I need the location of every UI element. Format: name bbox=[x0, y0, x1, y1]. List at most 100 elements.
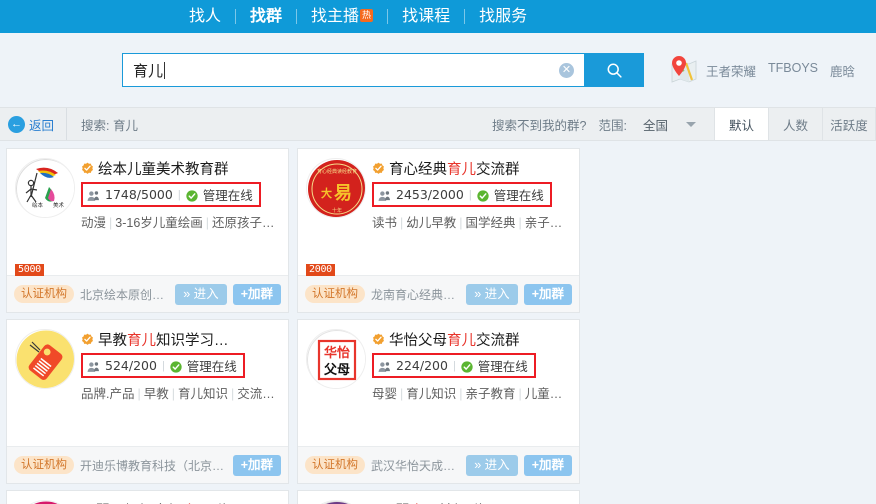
card-body: 2000□母婴育儿辣妈群□ 1909/2000| 管理在线母婴|辣妈|育儿|母婴… bbox=[298, 491, 579, 504]
admin-online-label: 管理在线 bbox=[493, 189, 544, 203]
join-group-button[interactable]: +加群 bbox=[523, 283, 572, 305]
hot-tag-0[interactable]: 王者荣耀 bbox=[706, 61, 756, 80]
group-tag: 母婴 bbox=[372, 387, 398, 401]
join-group-button[interactable]: +加群 bbox=[232, 454, 281, 476]
group-card[interactable]: 女人帮 2000母婴孕妈妈宝妈育儿群 1951/2000| 管理在线母婴|妈妈|… bbox=[6, 490, 289, 504]
search-input[interactable]: 育儿 ✕ bbox=[122, 53, 584, 87]
certification-badge: 认证机构 bbox=[14, 456, 74, 474]
title-highlight: 育儿 bbox=[447, 161, 476, 178]
hot-tag-1[interactable]: TFBOYS bbox=[768, 61, 818, 80]
sleeping-baby-avatar[interactable] bbox=[306, 500, 366, 504]
text-caret bbox=[164, 61, 166, 79]
hot-tag-2[interactable]: 鹿晗 bbox=[830, 61, 855, 80]
card-info: 母婴孕妈妈宝妈育儿群 1951/2000| 管理在线母婴|妈妈|妈妈圈|孕妈|孕… bbox=[79, 500, 280, 504]
hot-search-tags: 王者荣耀 TFBOYS 鹿晗 bbox=[706, 61, 855, 80]
clear-icon[interactable]: ✕ bbox=[559, 62, 574, 78]
nav-tab-label: 找课程 bbox=[402, 8, 451, 25]
sort-tab-1[interactable]: 人数 bbox=[768, 108, 822, 140]
group-tag: 早教 bbox=[143, 387, 169, 401]
hot-badge: 热 bbox=[360, 9, 374, 22]
nav-tab-4[interactable]: 找服务 bbox=[465, 0, 541, 33]
group-card[interactable]: 2000□母婴育儿辣妈群□ 1909/2000| 管理在线母婴|辣妈|育儿|母婴… bbox=[297, 490, 580, 504]
card-info: 绘本儿童美术教育群 1748/5000 | 管理在线 动漫 | 3-16岁儿童绘画 | 还原… bbox=[79, 158, 280, 275]
avatar-wrapper: 2000 bbox=[306, 500, 370, 504]
price-tag-avatar[interactable] bbox=[15, 329, 75, 389]
map-location-icon[interactable] bbox=[666, 54, 698, 86]
tag-separator: | bbox=[231, 387, 235, 401]
card-body: 育心经典读经教育 大 易 十年 2000 育心经典育儿交流群 2453/2000… bbox=[298, 149, 579, 276]
group-card[interactable]: 早教育儿知识学习… 524/200 | 管理在线 品牌.产品 | 早教 | 育儿知识 | 交流…… bbox=[6, 319, 289, 484]
group-title[interactable]: 绘本儿童美术教育群 bbox=[98, 158, 229, 179]
nav-tab-2[interactable]: 找主播热 bbox=[297, 0, 387, 33]
certification-badge: 认证机构 bbox=[305, 285, 365, 303]
huayi-parents-avatar[interactable]: 华怡 父母 bbox=[306, 329, 366, 389]
organization-name: 龙南育心经典文… bbox=[371, 287, 461, 302]
card-info: 育心经典育儿交流群 2453/2000 | 管理在线 读书 | 幼儿早教 | 国学经典 | 亲子… bbox=[370, 158, 571, 275]
online-check-icon bbox=[477, 189, 489, 202]
verified-badge-icon bbox=[373, 162, 384, 174]
group-tag: 育儿知识 bbox=[406, 387, 457, 401]
enter-group-button[interactable]: » 进入 bbox=[175, 283, 227, 305]
nav-tab-0[interactable]: 找人 bbox=[175, 0, 235, 33]
group-tags: 母婴 | 育儿知识 | 亲子教育 | 儿童… bbox=[372, 383, 571, 402]
sort-tab-2[interactable]: 活跃度 bbox=[822, 108, 876, 140]
group-tag: 育儿知识 bbox=[178, 387, 229, 401]
painting-kid-avatar[interactable]: 绘本 美术 bbox=[15, 158, 75, 218]
group-card[interactable]: 育心经典读经教育 大 易 十年 2000 育心经典育儿交流群 2453/2000… bbox=[297, 148, 580, 313]
tag-separator: | bbox=[109, 216, 113, 230]
group-title[interactable]: 早教育儿知识学习… bbox=[98, 329, 229, 350]
avatar-wrapper: 绘本 美术 5000 bbox=[15, 158, 79, 276]
title-text: 华怡父母 bbox=[389, 332, 447, 349]
back-button[interactable]: ← 返回 bbox=[0, 108, 68, 140]
card-info: □母婴育儿辣妈群□ 1909/2000| 管理在线母婴|辣妈|育儿|母婴|早教|… bbox=[370, 500, 571, 504]
card-body: 早教育儿知识学习… 524/200 | 管理在线 品牌.产品 | 早教 | 育儿知识 | 交流… bbox=[7, 320, 288, 446]
cannot-find-group-link[interactable]: 搜索不到我的群? bbox=[480, 108, 598, 140]
group-stats-box: 524/200 | 管理在线 bbox=[81, 353, 245, 378]
join-group-button[interactable]: +加群 bbox=[523, 454, 572, 476]
group-title[interactable]: 育心经典育儿交流群 bbox=[389, 158, 520, 179]
avatar-wrapper bbox=[15, 329, 79, 446]
capacity-badge: 5000 bbox=[15, 264, 44, 276]
group-title[interactable]: □母婴育儿辣妈群□ bbox=[372, 500, 491, 504]
join-group-button[interactable]: +加群 bbox=[232, 283, 281, 305]
title-text: 绘本儿童美术教育群 bbox=[98, 161, 229, 178]
group-card[interactable]: 绘本 美术 5000 绘本儿童美术教育群 1748/5000 | 管理在线 动漫 | 3… bbox=[6, 148, 289, 313]
avatar-wrapper: 育心经典读经教育 大 易 十年 2000 bbox=[306, 158, 370, 276]
tag-separator: | bbox=[205, 216, 210, 230]
member-count: 1748/5000 bbox=[105, 187, 173, 202]
scope-filter[interactable]: 范围: 全国 bbox=[599, 108, 701, 140]
certification-badge: 认证机构 bbox=[14, 285, 74, 303]
group-tag: 还原孩子… bbox=[212, 216, 275, 230]
stats-divider: | bbox=[177, 188, 181, 201]
tag-separator: | bbox=[171, 387, 175, 401]
group-stats-box: 224/200 | 管理在线 bbox=[372, 353, 536, 378]
group-title-row: □母婴育儿辣妈群□ bbox=[372, 500, 571, 504]
members-icon bbox=[378, 189, 391, 201]
member-count: 2453/2000 bbox=[396, 187, 464, 202]
member-count: 224/200 bbox=[396, 358, 448, 373]
search-button[interactable] bbox=[584, 53, 644, 87]
chevron-down-icon[interactable] bbox=[686, 121, 696, 127]
members-icon bbox=[87, 360, 100, 372]
scope-label: 范围: bbox=[598, 118, 627, 133]
nav-tab-3[interactable]: 找课程 bbox=[388, 0, 464, 33]
dayi-red-seal-avatar[interactable]: 育心经典读经教育 大 易 十年 bbox=[306, 158, 366, 218]
member-count: 524/200 bbox=[105, 358, 157, 373]
enter-group-button[interactable]: » 进入 bbox=[466, 283, 518, 305]
nav-tab-label: 找人 bbox=[189, 8, 222, 25]
sort-tab-0[interactable]: 默认 bbox=[714, 108, 768, 140]
verified-badge-icon bbox=[372, 162, 385, 175]
svg-text:华怡: 华怡 bbox=[324, 345, 350, 360]
group-title-row: 育心经典育儿交流群 bbox=[372, 158, 571, 178]
members-icon bbox=[378, 190, 391, 201]
enter-group-button[interactable]: » 进入 bbox=[466, 454, 518, 476]
group-title[interactable]: 华怡父母育儿交流群 bbox=[389, 329, 520, 350]
nav-tab-label: 找群 bbox=[250, 8, 283, 25]
card-footer: 认证机构 龙南育心经典文… » 进入 +加群 bbox=[298, 275, 579, 312]
group-title[interactable]: 母婴孕妈妈宝妈育儿群 bbox=[81, 500, 226, 504]
nvrenbang-avatar[interactable]: 女人帮 bbox=[15, 500, 75, 504]
verified-badge-icon bbox=[373, 333, 384, 345]
nav-tab-1[interactable]: 找群 bbox=[236, 0, 296, 33]
group-tag: 亲子… bbox=[524, 216, 563, 230]
group-card[interactable]: 华怡 父母 华怡父母育儿交流群 224/200 | 管理在线母婴 | 育儿知识 | 亲子教… bbox=[297, 319, 580, 484]
